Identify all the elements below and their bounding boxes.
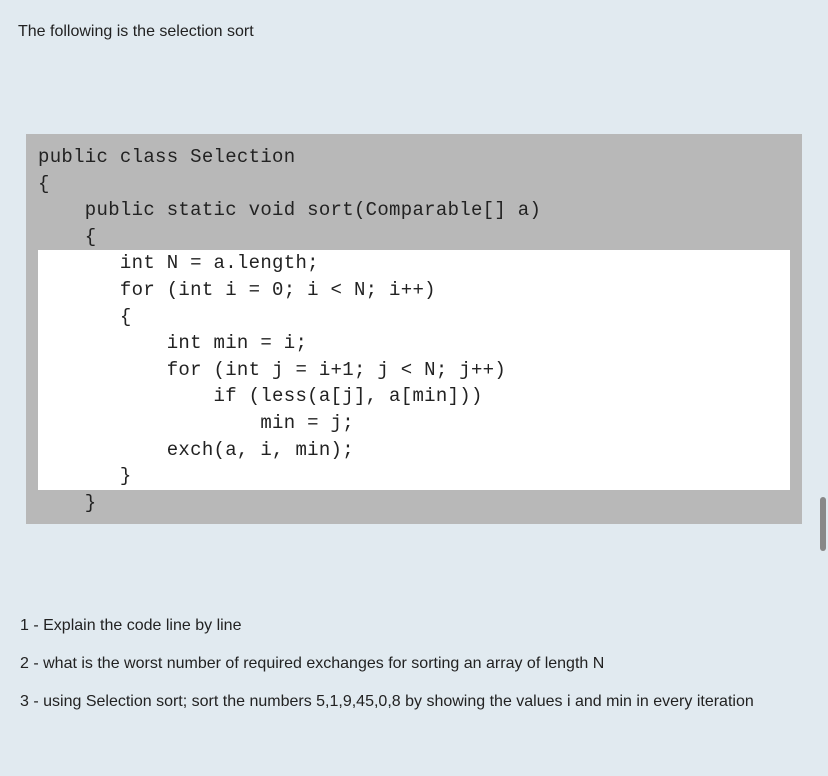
code-block: public class Selection { public static v… (26, 134, 802, 524)
scrollbar-thumb[interactable] (820, 497, 826, 551)
intro-text: The following is the selection sort (18, 20, 810, 44)
code-line: exch(a, i, min); (38, 437, 790, 464)
code-highlight-region: int N = a.length; for (int i = 0; i < N;… (38, 250, 790, 489)
code-line: public static void sort(Comparable[] a) (38, 197, 790, 224)
code-line: { (38, 304, 790, 331)
question-3: 3 - using Selection sort; sort the numbe… (20, 690, 808, 714)
code-line: for (int i = 0; i < N; i++) (38, 277, 790, 304)
question-1: 1 - Explain the code line by line (20, 614, 808, 638)
code-line: public class Selection (38, 144, 790, 171)
code-line: { (38, 224, 790, 251)
code-line: for (int j = i+1; j < N; j++) (38, 357, 790, 384)
code-line: if (less(a[j], a[min])) (38, 383, 790, 410)
code-line: { (38, 171, 790, 198)
code-line: int min = i; (38, 330, 790, 357)
code-line: int N = a.length; (38, 250, 790, 277)
question-2: 2 - what is the worst number of required… (20, 652, 808, 676)
code-line: } (38, 490, 790, 517)
code-line: min = j; (38, 410, 790, 437)
code-line: } (38, 463, 790, 490)
questions-section: 1 - Explain the code line by line 2 - wh… (18, 614, 810, 714)
